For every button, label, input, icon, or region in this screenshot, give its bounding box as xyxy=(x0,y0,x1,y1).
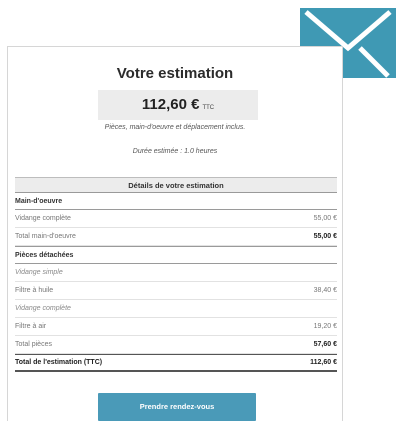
subsection-label: Vidange complète xyxy=(15,300,337,318)
row-label: Main-d'oeuvre xyxy=(15,197,63,205)
includes-note: Pièces, main-d'oeuvre et déplacement inc… xyxy=(104,124,246,131)
table-row: Vidange complète 55,00 € xyxy=(15,210,337,228)
price-amount: 112,60 € xyxy=(141,96,200,113)
row-value: 55,00 € xyxy=(313,233,337,240)
price-suffix: TTC xyxy=(202,105,215,111)
row-label: Pièces détachées xyxy=(15,251,74,259)
row-value: 19,20 € xyxy=(313,323,337,330)
table-row-total-labor: Total main-d'oeuvre 55,00 € xyxy=(15,228,337,246)
table-row: Filtre à huile 38,40 € xyxy=(15,282,337,300)
duration-note: Durée estimée : 1.0 heures xyxy=(132,148,218,155)
row-label: Filtre à huile xyxy=(15,287,54,294)
estimate-title: Votre estimation xyxy=(116,65,234,82)
details-heading: Détails de votre estimation xyxy=(15,177,337,192)
row-label: Filtre à air xyxy=(15,323,47,330)
row-label: Total pièces xyxy=(15,341,52,348)
row-label: Total main-d'oeuvre xyxy=(15,233,76,240)
row-label: Total de l'estimation (TTC) xyxy=(15,359,103,366)
table-row-total-parts: Total pièces 57,60 € xyxy=(15,336,337,354)
price-box: 112,60 € TTC xyxy=(98,90,258,120)
book-appointment-button[interactable]: Prendre rendez-vous xyxy=(98,393,256,421)
details-table: Détails de votre estimation Main-d'oeuvr… xyxy=(15,177,337,372)
row-label: Vidange complète xyxy=(15,215,71,222)
subsection-label: Vidange simple xyxy=(15,264,337,282)
table-row-grand-total: Total de l'estimation (TTC) 112,60 € xyxy=(15,354,337,372)
section-parts: Pièces détachées xyxy=(15,246,337,264)
row-value: 57,60 € xyxy=(313,341,337,348)
row-value: 38,40 € xyxy=(313,287,337,294)
section-labor: Main-d'oeuvre xyxy=(15,192,337,210)
estimate-card: Votre estimation 112,60 € TTC Pièces, mai… xyxy=(7,46,343,421)
row-label: Vidange complète xyxy=(15,305,71,312)
row-label: Vidange simple xyxy=(15,269,63,276)
row-value: 55,00 € xyxy=(313,215,337,222)
table-row: Filtre à air 19,20 € xyxy=(15,318,337,336)
row-value: 112,60 € xyxy=(310,359,337,366)
